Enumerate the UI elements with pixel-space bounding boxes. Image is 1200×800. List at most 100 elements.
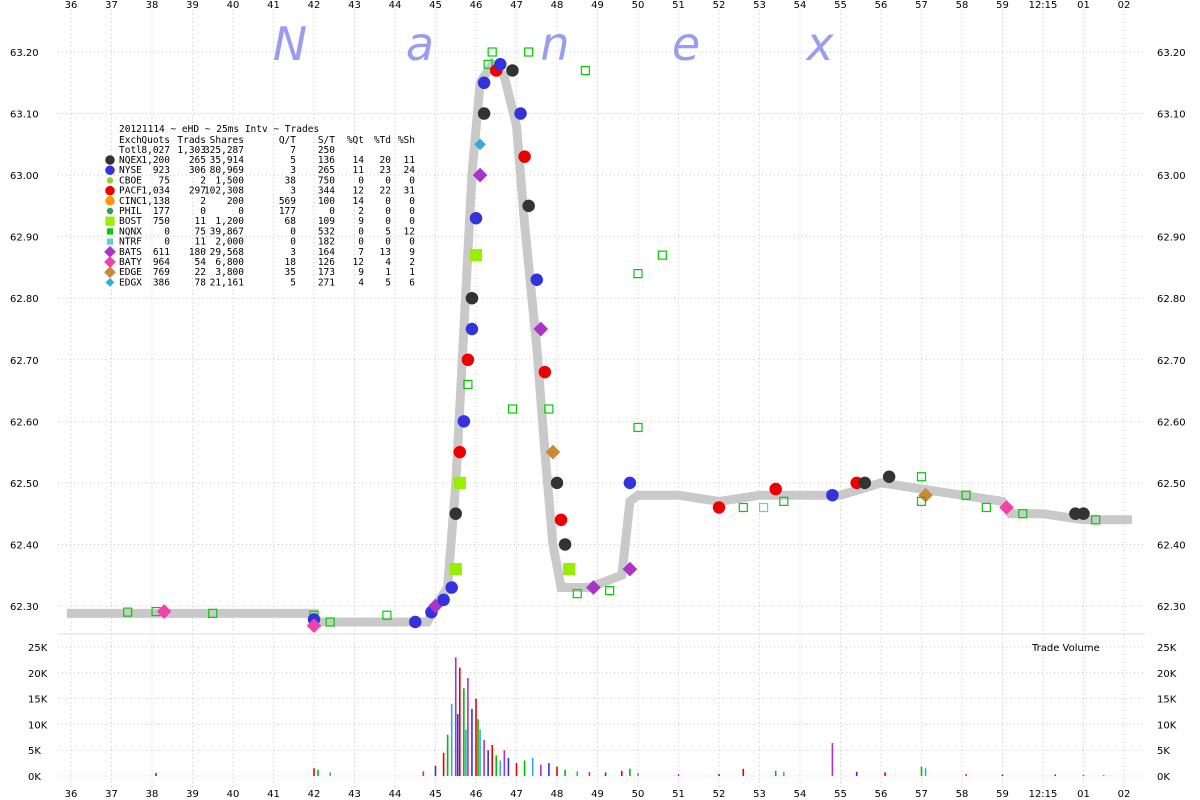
legend-swatch-cinc — [105, 196, 115, 206]
volume-bar — [477, 719, 479, 776]
x-tick-label-bottom: 47 — [510, 789, 523, 800]
volume-tick-label-right: 20K — [1157, 669, 1177, 680]
y-tick-label-right: 62.50 — [1157, 479, 1186, 490]
logo-letter: a — [406, 17, 434, 71]
trade-marker-nqex — [522, 199, 535, 213]
volume-bar — [884, 772, 886, 776]
legend-row-cell: 386 — [153, 277, 170, 288]
volume-bar — [924, 768, 927, 776]
trade-marker-nyse — [437, 593, 450, 607]
trade-marker-nyse — [469, 211, 483, 225]
volume-axis-label: Trade Volume — [1031, 643, 1100, 654]
legend-row-cell: 6 — [409, 277, 415, 288]
x-tick-label-top: 48 — [551, 0, 564, 11]
trade-marker-bost — [449, 562, 462, 576]
y-tick-label-left: 63.00 — [10, 171, 39, 182]
trade-marker-pacf — [538, 365, 552, 379]
volume-tick-label-left: 25K — [28, 643, 48, 654]
x-tick-label-top: 37 — [105, 0, 118, 11]
legend-row-cell: 5 — [385, 277, 391, 288]
x-tick-label-top: 38 — [146, 0, 159, 11]
x-tick-label-bottom: 52 — [713, 789, 726, 800]
y-tick-label-right: 63.10 — [1157, 110, 1186, 121]
legend-swatch-phil — [106, 207, 114, 215]
legend-swatch-nqex — [105, 155, 115, 165]
volume-bar — [456, 714, 459, 776]
trade-marker-nqex — [1077, 507, 1090, 520]
legend-row-cell: 78 — [195, 277, 207, 288]
trade-marker-nyse — [477, 76, 491, 90]
volume-bar — [831, 742, 834, 776]
legend-row-cell: 271 — [318, 277, 335, 288]
x-tick-label-top: 41 — [267, 0, 280, 11]
x-tick-label-bottom: 50 — [632, 789, 645, 800]
x-tick-label-bottom: 43 — [348, 789, 361, 800]
trade-marker-nyse — [409, 615, 422, 629]
y-tick-label-right: 62.90 — [1157, 233, 1186, 244]
volume-bar — [1001, 774, 1004, 776]
volume-tick-label-left: 15K — [28, 695, 48, 706]
trade-marker-nqex — [506, 64, 519, 77]
x-tick-label-bottom: 37 — [105, 789, 118, 800]
volume-bar — [313, 768, 315, 776]
x-tick-label-top: 12:15 — [1029, 0, 1058, 11]
x-tick-label-top: 36 — [65, 0, 78, 11]
volume-bar — [588, 771, 591, 776]
volume-tick-label-right: 5K — [1157, 746, 1170, 757]
chart-background — [0, 0, 1200, 800]
y-tick-label-right: 62.70 — [1157, 356, 1186, 367]
volume-bar — [329, 772, 331, 776]
volume-bar — [446, 734, 449, 776]
x-tick-label-top: 40 — [227, 0, 240, 11]
x-tick-label-bottom: 45 — [429, 789, 442, 800]
x-tick-label-top: 58 — [956, 0, 969, 11]
volume-bar — [483, 739, 485, 776]
volume-bar — [742, 768, 745, 776]
volume-bar — [475, 698, 477, 776]
trade-marker-pacf — [554, 513, 568, 527]
volume-bar — [507, 757, 510, 776]
legend-row-cell: 21,161 — [210, 277, 245, 288]
trade-marker-bost — [469, 249, 483, 262]
legend-row-cell: 4 — [358, 277, 364, 288]
logo-letter: N — [273, 17, 307, 71]
x-tick-label-top: 52 — [713, 0, 726, 11]
volume-tick-label-left: 0K — [28, 772, 41, 783]
trade-marker-nyse — [514, 107, 527, 120]
volume-bar — [499, 760, 502, 776]
trade-marker-nqex — [558, 538, 572, 551]
x-tick-label-bottom: 53 — [753, 789, 766, 800]
x-tick-label-bottom: 38 — [146, 789, 159, 800]
trade-marker-pacf — [461, 353, 475, 367]
x-tick-label-bottom: 56 — [875, 789, 888, 800]
y-tick-label-left: 62.60 — [10, 417, 39, 428]
x-tick-label-bottom: 42 — [308, 789, 321, 800]
volume-bar — [677, 773, 680, 776]
trade-marker-nyse — [623, 476, 637, 490]
x-tick-label-bottom: 54 — [794, 789, 807, 800]
volume-bar — [495, 755, 498, 776]
volume-bar — [965, 773, 967, 776]
trade-marker-bost — [453, 476, 466, 489]
x-tick-label-top: 42 — [308, 0, 321, 11]
y-tick-label-left: 62.30 — [10, 602, 39, 613]
y-tick-label-left: 63.20 — [10, 48, 39, 59]
volume-bar — [434, 765, 437, 776]
volume-bar — [503, 750, 506, 776]
trade-marker-nyse — [465, 322, 479, 336]
legend-swatch-ntrf — [106, 238, 114, 245]
legend-swatch-bost — [105, 216, 115, 226]
logo-letter: e — [672, 17, 700, 71]
x-tick-label-top: 01 — [1077, 0, 1090, 11]
volume-bar — [467, 677, 469, 776]
x-tick-label-top: 49 — [591, 0, 604, 11]
trade-marker-nyse — [494, 58, 507, 71]
legend-row-cell: 5 — [290, 277, 296, 288]
y-tick-label-left: 62.50 — [10, 479, 39, 490]
volume-bar — [463, 688, 465, 776]
x-tick-label-bottom: 58 — [956, 789, 969, 800]
volume-bar — [317, 769, 319, 776]
x-tick-label-bottom: 57 — [915, 789, 928, 800]
volume-bar — [442, 752, 445, 776]
trade-marker-pacf — [712, 501, 726, 514]
